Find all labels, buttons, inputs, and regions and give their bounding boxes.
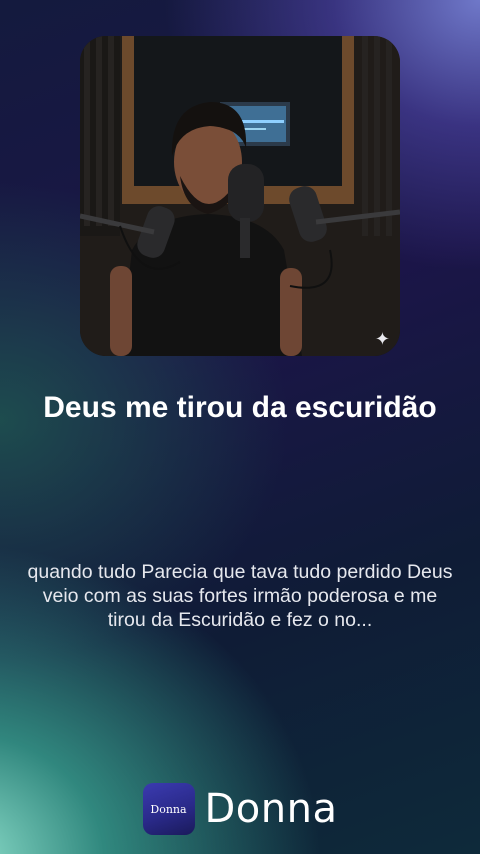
logo-text: Donna [150,802,187,816]
sparkle-icon: ✦ [374,329,390,349]
cover-image: ✦ [80,36,400,356]
post-title: Deus me tirou da escuridão [43,391,437,424]
brand-name: Donna [204,786,338,832]
podcast-scene-illustration [80,36,400,356]
donna-logo-icon: Donna [142,783,195,835]
brand-footer: Donna Donna [0,782,480,836]
post-description: quando tudo Parecia que tava tudo perdid… [27,561,453,631]
